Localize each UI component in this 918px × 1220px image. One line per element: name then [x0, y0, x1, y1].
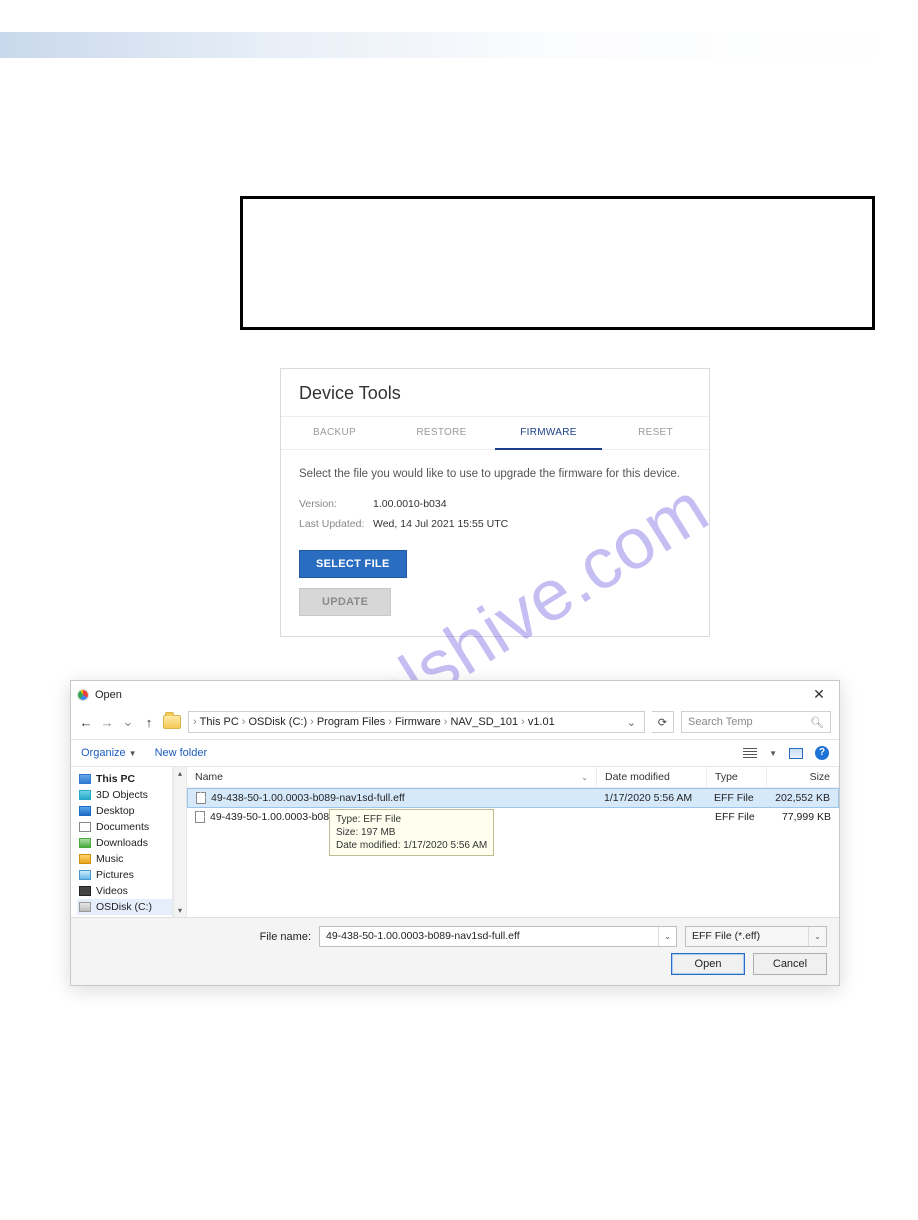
- filetype-select[interactable]: EFF File (*.eff) ⌄: [685, 926, 827, 947]
- view-preview-icon[interactable]: [789, 748, 803, 759]
- dialog-title: Open: [95, 689, 122, 701]
- dialog-toolbar: Organize ▼ New folder ▼ ?: [71, 739, 839, 767]
- refresh-icon[interactable]: ⟳: [652, 711, 674, 733]
- desktop-icon: [79, 806, 91, 816]
- chevron-right-icon[interactable]: ›: [444, 716, 448, 728]
- file-pane: Name⌄ Date modified Type Size 49-438-50-…: [187, 767, 839, 917]
- dialog-titlebar: Open ✕: [71, 681, 839, 707]
- crumb[interactable]: This PC: [200, 716, 239, 728]
- nav-osdisk[interactable]: OSDisk (C:): [77, 899, 172, 915]
- file-icon: [196, 792, 206, 804]
- disk-icon: [79, 902, 91, 912]
- select-file-button[interactable]: SELECT FILE: [299, 550, 407, 578]
- dialog-main: This PC 3D Objects Desktop Documents Dow…: [71, 767, 839, 917]
- column-headers: Name⌄ Date modified Type Size: [187, 767, 839, 788]
- tab-firmware[interactable]: FIRMWARE: [495, 417, 602, 450]
- file-tooltip: Type: EFF File Size: 197 MB Date modifie…: [329, 809, 494, 856]
- nav-pane: This PC 3D Objects Desktop Documents Dow…: [71, 767, 173, 917]
- nav-videos[interactable]: Videos: [77, 883, 172, 899]
- col-size[interactable]: Size: [767, 767, 839, 787]
- new-folder-button[interactable]: New folder: [155, 747, 208, 759]
- documents-icon: [79, 822, 91, 832]
- nav-downloads[interactable]: Downloads: [77, 835, 172, 851]
- col-type[interactable]: Type: [707, 767, 767, 787]
- crumb[interactable]: OSDisk (C:): [248, 716, 307, 728]
- videos-icon: [79, 886, 91, 896]
- device-tools-tabs: BACKUP RESTORE FIRMWARE RESET: [281, 416, 709, 450]
- close-icon[interactable]: ✕: [807, 686, 831, 703]
- firmware-help-text: Select the file you would like to use to…: [299, 468, 691, 480]
- empty-frame: [240, 196, 875, 330]
- help-icon[interactable]: ?: [815, 746, 829, 760]
- recent-dropdown-icon[interactable]: ⌄: [121, 714, 135, 730]
- breadcrumb[interactable]: › This PC › OSDisk (C:) › Program Files …: [188, 711, 645, 733]
- chevron-right-icon[interactable]: ›: [310, 716, 314, 728]
- chevron-down-icon: ▼: [129, 749, 137, 758]
- search-input[interactable]: Search Temp 🔍︎: [681, 711, 831, 733]
- forward-icon[interactable]: →: [100, 715, 114, 730]
- folder-icon: [163, 715, 181, 729]
- tab-restore[interactable]: RESTORE: [388, 417, 495, 449]
- sort-indicator-icon: ⌄: [581, 773, 588, 782]
- crumb[interactable]: v1.01: [528, 716, 555, 728]
- firmware-panel: Select the file you would like to use to…: [281, 450, 709, 636]
- col-date[interactable]: Date modified: [597, 767, 707, 787]
- view-list-icon[interactable]: [743, 748, 757, 759]
- up-icon[interactable]: ↑: [142, 715, 156, 730]
- chrome-icon: [77, 689, 89, 701]
- updated-row: Last Updated: Wed, 14 Jul 2021 15:55 UTC: [299, 518, 691, 530]
- open-dialog: Open ✕ ← → ⌄ ↑ › This PC › OSDisk (C:) ›…: [70, 680, 840, 986]
- downloads-icon: [79, 838, 91, 848]
- tab-reset[interactable]: RESET: [602, 417, 709, 449]
- pictures-icon: [79, 870, 91, 880]
- chevron-right-icon[interactable]: ›: [193, 716, 197, 728]
- crumb[interactable]: NAV_SD_101: [450, 716, 518, 728]
- dialog-nav-row: ← → ⌄ ↑ › This PC › OSDisk (C:) › Progra…: [71, 707, 839, 739]
- chevron-down-icon[interactable]: ▼: [769, 749, 777, 758]
- device-tools-card: Device Tools BACKUP RESTORE FIRMWARE RES…: [280, 368, 710, 637]
- crumb[interactable]: Program Files: [317, 716, 385, 728]
- version-value: 1.00.0010-b034: [373, 498, 447, 510]
- nav-pictures[interactable]: Pictures: [77, 867, 172, 883]
- nav-music[interactable]: Music: [77, 851, 172, 867]
- version-row: Version: 1.00.0010-b034: [299, 498, 691, 510]
- updated-value: Wed, 14 Jul 2021 15:55 UTC: [373, 518, 508, 530]
- filename-label: File name:: [83, 931, 311, 943]
- version-label: Version:: [299, 498, 373, 510]
- chevron-right-icon[interactable]: ›: [388, 716, 392, 728]
- nav-scrollbar[interactable]: ▴ ▾: [173, 767, 187, 917]
- page-header-band: [0, 32, 918, 58]
- search-placeholder: Search Temp: [688, 716, 804, 728]
- chevron-right-icon[interactable]: ›: [242, 716, 246, 728]
- filename-input[interactable]: 49-438-50-1.00.0003-b089-nav1sd-full.eff…: [319, 926, 677, 947]
- file-icon: [195, 811, 205, 823]
- dialog-bottom: File name: 49-438-50-1.00.0003-b089-nav1…: [71, 917, 839, 985]
- nav-documents[interactable]: Documents: [77, 819, 172, 835]
- scroll-down-icon[interactable]: ▾: [178, 906, 182, 915]
- open-button[interactable]: Open: [671, 953, 745, 975]
- chevron-down-icon[interactable]: ⌄: [658, 927, 676, 946]
- nav-this-pc[interactable]: This PC: [77, 771, 172, 787]
- nav-desktop[interactable]: Desktop: [77, 803, 172, 819]
- tab-backup[interactable]: BACKUP: [281, 417, 388, 449]
- pc-icon: [79, 774, 91, 784]
- cancel-button[interactable]: Cancel: [753, 953, 827, 975]
- back-icon[interactable]: ←: [79, 715, 93, 730]
- file-row[interactable]: 49-439-50-1.00.0003-b089-na EFF File 77,…: [187, 808, 839, 826]
- 3d-icon: [79, 790, 91, 800]
- music-icon: [79, 854, 91, 864]
- scroll-up-icon[interactable]: ▴: [178, 769, 182, 778]
- update-button: UPDATE: [299, 588, 391, 616]
- crumb[interactable]: Firmware: [395, 716, 441, 728]
- nav-3d-objects[interactable]: 3D Objects: [77, 787, 172, 803]
- chevron-down-icon[interactable]: ⌄: [808, 927, 826, 946]
- file-row[interactable]: 49-438-50-1.00.0003-b089-nav1sd-full.eff…: [187, 788, 839, 808]
- chevron-right-icon[interactable]: ›: [521, 716, 525, 728]
- organize-menu[interactable]: Organize ▼: [81, 747, 137, 759]
- col-name[interactable]: Name⌄: [187, 767, 597, 787]
- breadcrumb-dropdown-icon[interactable]: ⌄: [623, 716, 640, 729]
- device-tools-title: Device Tools: [281, 369, 709, 416]
- search-icon[interactable]: 🔍︎: [810, 716, 824, 729]
- updated-label: Last Updated:: [299, 518, 373, 530]
